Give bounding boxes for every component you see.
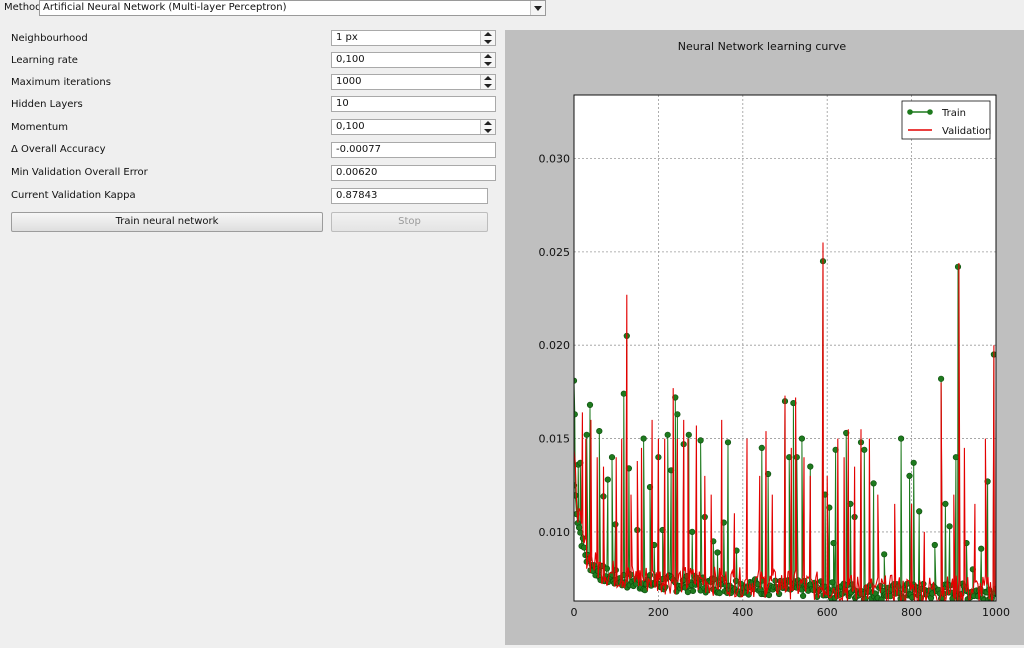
learning-rate-value: 0,100 [336,54,365,65]
train-point [583,431,590,438]
learning-rate-label: Learning rate [11,55,78,66]
method-dropdown-value: Artificial Neural Network (Multi-layer P… [43,2,287,13]
train-point [881,551,888,558]
legend-train-label: Train [941,108,966,119]
legend-train-marker [927,109,933,115]
train-point [604,476,611,483]
max-iterations-label: Maximum iterations [11,77,111,88]
train-point [829,579,836,586]
hidden-layers-label: Hidden Layers [11,99,83,110]
spin-arrows-icon[interactable] [480,53,495,67]
train-point [620,390,627,397]
y-tick-label: 0.010 [539,526,571,539]
chart-title: Neural Network learning curve [678,40,847,53]
train-point [714,549,721,556]
method-dropdown[interactable]: Artificial Neural Network (Multi-layer P… [39,0,546,16]
method-label: Method [4,2,42,13]
train-point [898,435,905,442]
val-kappa-value: 0.87843 [336,190,378,201]
train-point [689,528,696,536]
train-point [577,529,584,536]
train-point [798,435,806,442]
train-point [830,539,837,547]
spin-arrows-icon[interactable] [480,31,495,45]
train-point [596,428,603,435]
x-tick-label: 200 [648,606,669,619]
neighbourhood-spinbox[interactable]: 1 px [331,30,496,46]
train-point [800,592,807,600]
momentum-label: Momentum [11,122,68,133]
train-point [697,437,704,444]
y-tick-label: 0.020 [539,339,571,352]
y-tick-label: 0.015 [539,433,571,446]
stop-button[interactable]: Stop [331,212,488,232]
train-point [732,577,740,585]
legend-train-marker [907,109,913,115]
overall-accuracy-value: -0.00077 [336,144,381,155]
x-tick-label: 1000 [982,606,1010,619]
neighbourhood-label: Neighbourhood [11,33,88,44]
train-point [640,435,647,442]
hidden-layers-value: 10 [336,98,349,109]
x-tick-label: 800 [901,606,922,619]
y-tick-label: 0.025 [539,246,571,259]
train-point [938,375,945,382]
train-point [664,431,671,438]
train-button[interactable]: Train neural network [11,212,323,232]
train-point [793,454,800,461]
train-point [870,480,877,487]
train-point [978,545,985,552]
overall-accuracy-label: Δ Overall Accuracy [11,144,106,155]
min-val-error-label: Min Validation Overall Error [11,167,148,178]
y-tick-label: 0.030 [539,152,571,165]
chevron-down-icon[interactable] [530,1,545,15]
train-point [861,446,868,453]
spin-arrows-icon[interactable] [480,120,495,134]
learning-rate-spinbox[interactable]: 0,100 [331,52,496,68]
val-kappa-label: Current Validation Kappa [11,190,136,201]
train-point [931,541,938,549]
train-point [674,411,681,418]
hidden-layers-input[interactable]: 10 [331,96,496,112]
max-iterations-value: 1000 [336,76,362,87]
val-kappa-field: 0.87843 [331,188,488,204]
train-point [646,571,654,579]
learning-curve-chart: 0 200 400 600 800 1000 0.010 0.015 0.020 0.025 0.0… [539,40,1011,619]
min-val-error-field: 0.00620 [331,165,496,181]
train-point [612,521,619,528]
train-point [685,431,692,438]
train-point [574,492,579,499]
train-point [689,587,697,595]
train-point [910,459,917,466]
train-point [807,463,814,470]
train-point [608,454,616,461]
train-point [574,411,578,418]
train-point [952,454,960,461]
neighbourhood-value: 1 px [336,32,358,43]
min-val-error-value: 0.00620 [336,167,378,178]
train-point [586,401,594,409]
train-point [684,588,691,596]
train-point [946,523,953,530]
momentum-value: 0,100 [336,121,365,132]
train-point [942,500,949,508]
train-point [906,472,913,480]
train-point [603,565,610,572]
x-tick-label: 600 [817,606,838,619]
train-point [724,439,732,446]
momentum-spinbox[interactable]: 0,100 [331,119,496,135]
spin-arrows-icon[interactable] [480,75,495,89]
legend-validation-label: Validation [942,126,991,137]
x-tick-label: 0 [571,606,578,619]
train-point [916,508,923,515]
train-point [716,589,723,597]
train-point [758,444,765,452]
x-tick-label: 400 [732,606,753,619]
train-point [954,263,962,270]
overall-accuracy-field: -0.00077 [331,142,496,158]
learning-curve-panel: 0 200 400 600 800 1000 0.010 0.015 0.020 0.025 0.0… [505,30,1024,645]
train-point [575,524,583,531]
max-iterations-spinbox[interactable]: 1000 [331,74,496,90]
